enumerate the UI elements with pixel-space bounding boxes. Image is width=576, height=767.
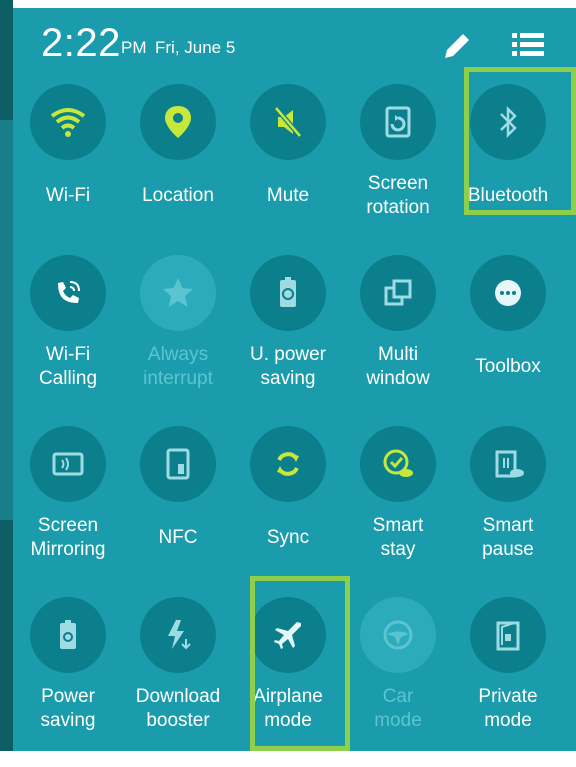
- ultra-power-saving-circle[interactable]: [250, 255, 326, 331]
- toggle-airplane[interactable]: Airplane mode: [233, 597, 343, 767]
- toggle-screen-rotation[interactable]: Screen rotation: [343, 84, 453, 254]
- car-mode-icon: [383, 620, 413, 650]
- toggle-mute[interactable]: Mute: [233, 84, 343, 254]
- toggle-download-booster[interactable]: Download booster: [123, 597, 233, 767]
- toggle-sync[interactable]: Sync: [233, 426, 343, 596]
- tile-label: Smart pause: [482, 515, 534, 560]
- toolbox-circle[interactable]: [470, 255, 546, 331]
- background-strip: [0, 0, 13, 751]
- nfc-icon: [166, 448, 190, 480]
- toggle-nfc[interactable]: NFC: [123, 426, 233, 596]
- tile-label: Screen rotation: [366, 173, 430, 218]
- tile-label: Multi window: [366, 344, 430, 389]
- car-mode-circle[interactable]: [360, 597, 436, 673]
- multi-window-icon: [384, 279, 412, 306]
- wifi-calling-circle[interactable]: [30, 255, 106, 331]
- toggle-star[interactable]: Always interrupt: [123, 255, 233, 425]
- toggle-smart-stay[interactable]: Smart stay: [343, 426, 453, 596]
- clock-ampm: PM: [121, 38, 147, 57]
- tile-label: U. power saving: [249, 344, 327, 389]
- wifi-icon: [50, 108, 86, 137]
- screen-mirroring-circle[interactable]: [30, 426, 106, 502]
- list-icon[interactable]: [510, 30, 546, 60]
- tile-label: Power saving: [40, 686, 96, 731]
- tile-label: Car mode: [374, 686, 422, 731]
- bluetooth-icon: [500, 105, 517, 139]
- pencil-icon[interactable]: [439, 28, 475, 64]
- toggle-screen-mirroring[interactable]: Screen Mirroring: [13, 426, 123, 596]
- airplane-circle[interactable]: [250, 597, 326, 673]
- toggle-location-pin[interactable]: Location: [123, 84, 233, 254]
- location-pin-icon: [165, 106, 191, 138]
- nfc-circle[interactable]: [140, 426, 216, 502]
- power-saving-icon: [60, 620, 76, 649]
- tile-label: Location: [142, 185, 214, 206]
- tile-label: Smart stay: [372, 515, 424, 560]
- tile-label: Bluetooth: [467, 185, 549, 206]
- power-saving-circle[interactable]: [30, 597, 106, 673]
- toggle-ultra-power-saving[interactable]: U. power saving: [233, 255, 343, 425]
- tile-label: Private mode: [478, 686, 538, 731]
- screen-rotation-icon: [385, 106, 411, 138]
- tile-label: Wi-Fi Calling: [38, 344, 98, 389]
- wifi-circle[interactable]: [30, 84, 106, 160]
- location-pin-circle[interactable]: [140, 84, 216, 160]
- toggle-smart-pause[interactable]: Smart pause: [453, 426, 563, 596]
- tile-label: Sync: [266, 527, 310, 548]
- tile-label: Mute: [266, 185, 310, 206]
- private-mode-circle[interactable]: [470, 597, 546, 673]
- tile-label: Download booster: [135, 686, 221, 731]
- tile-label: Airplane mode: [253, 686, 323, 731]
- smart-stay-circle[interactable]: [360, 426, 436, 502]
- tile-label: Toolbox: [475, 356, 541, 377]
- clock-time: 2:22: [41, 21, 121, 65]
- toggle-private-mode[interactable]: Private mode: [453, 597, 563, 767]
- ultra-power-saving-icon: [280, 277, 296, 307]
- toggle-toolbox[interactable]: Toolbox: [453, 255, 563, 425]
- status-bar: 2:22 PM Fri, June 5: [13, 8, 576, 78]
- mute-circle[interactable]: [250, 84, 326, 160]
- toggle-power-saving[interactable]: Power saving: [13, 597, 123, 767]
- tile-label: Screen Mirroring: [30, 515, 106, 560]
- multi-window-circle[interactable]: [360, 255, 436, 331]
- screen-mirroring-icon: [52, 452, 84, 476]
- date-label: Fri, June 5: [155, 38, 236, 57]
- tile-label: NFC: [158, 527, 198, 548]
- download-booster-icon: [168, 620, 191, 650]
- sync-circle[interactable]: [250, 426, 326, 502]
- toggle-multi-window[interactable]: Multi window: [343, 255, 453, 425]
- star-icon: [163, 278, 193, 307]
- smart-pause-circle[interactable]: [470, 426, 546, 502]
- toggle-wifi-calling[interactable]: Wi-Fi Calling: [13, 255, 123, 425]
- screen-rotation-circle[interactable]: [360, 84, 436, 160]
- airplane-icon: [274, 622, 301, 649]
- smart-pause-icon: [495, 450, 524, 478]
- toggle-bluetooth[interactable]: Bluetooth: [453, 84, 563, 254]
- bluetooth-circle[interactable]: [470, 84, 546, 160]
- star-circle[interactable]: [140, 255, 216, 331]
- toolbox-icon: [495, 280, 521, 306]
- sync-icon: [277, 452, 299, 476]
- tile-label: Wi-Fi: [45, 185, 91, 206]
- smart-stay-icon: [383, 449, 413, 477]
- quick-settings-panel: 2:22 PM Fri, June 5 Wi-Fi Location Mute Scr…: [13, 8, 576, 751]
- tile-label: Always interrupt: [143, 344, 213, 389]
- wifi-calling-icon: [58, 281, 80, 303]
- toggle-wifi[interactable]: Wi-Fi: [13, 84, 123, 254]
- mute-icon: [274, 106, 302, 138]
- download-booster-circle[interactable]: [140, 597, 216, 673]
- toggle-car-mode[interactable]: Car mode: [343, 597, 453, 767]
- private-mode-icon: [496, 621, 520, 651]
